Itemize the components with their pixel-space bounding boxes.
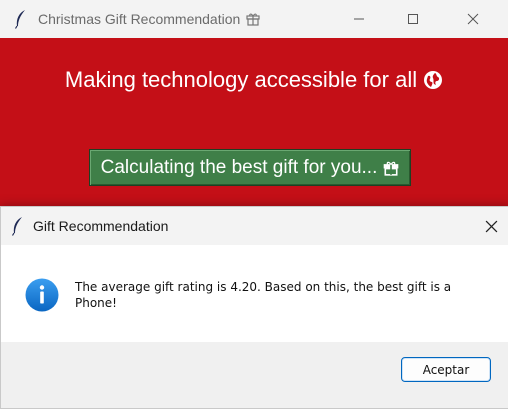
calculate-gift-label: Calculating the best gift for you... [100, 156, 378, 178]
headline: Making technology accessible for all [0, 67, 508, 93]
close-icon [485, 220, 497, 232]
minimize-button[interactable] [336, 0, 382, 38]
maximize-icon [408, 14, 418, 24]
dialog-title: Gift Recommendation [33, 218, 169, 234]
dialog-titlebar: Gift Recommendation [1, 207, 508, 245]
feather-app-icon [11, 217, 22, 236]
calculate-gift-button[interactable]: Calculating the best gift for you... [89, 149, 411, 186]
info-icon [25, 278, 59, 312]
dialog-close-button[interactable] [481, 216, 501, 236]
maximize-button[interactable] [390, 0, 436, 38]
main-window-title: Christmas Gift Recommendation [38, 11, 241, 27]
headline-text: Making technology accessible for all [64, 67, 418, 92]
gift-recommendation-dialog: Gift Recommendation The average gift rat… [0, 206, 508, 409]
gift-icon [384, 161, 399, 176]
minimize-icon [354, 18, 364, 20]
ok-button[interactable]: Aceptar [401, 357, 491, 382]
close-button[interactable] [450, 0, 496, 38]
globe-icon [424, 71, 443, 89]
main-titlebar: Christmas Gift Recommendation [0, 0, 508, 38]
feather-app-icon [14, 10, 25, 29]
close-icon [467, 13, 479, 25]
dialog-body: The average gift rating is 4.20. Based o… [1, 245, 508, 342]
gift-icon [246, 13, 260, 26]
dialog-message: The average gift rating is 4.20. Based o… [75, 280, 452, 310]
